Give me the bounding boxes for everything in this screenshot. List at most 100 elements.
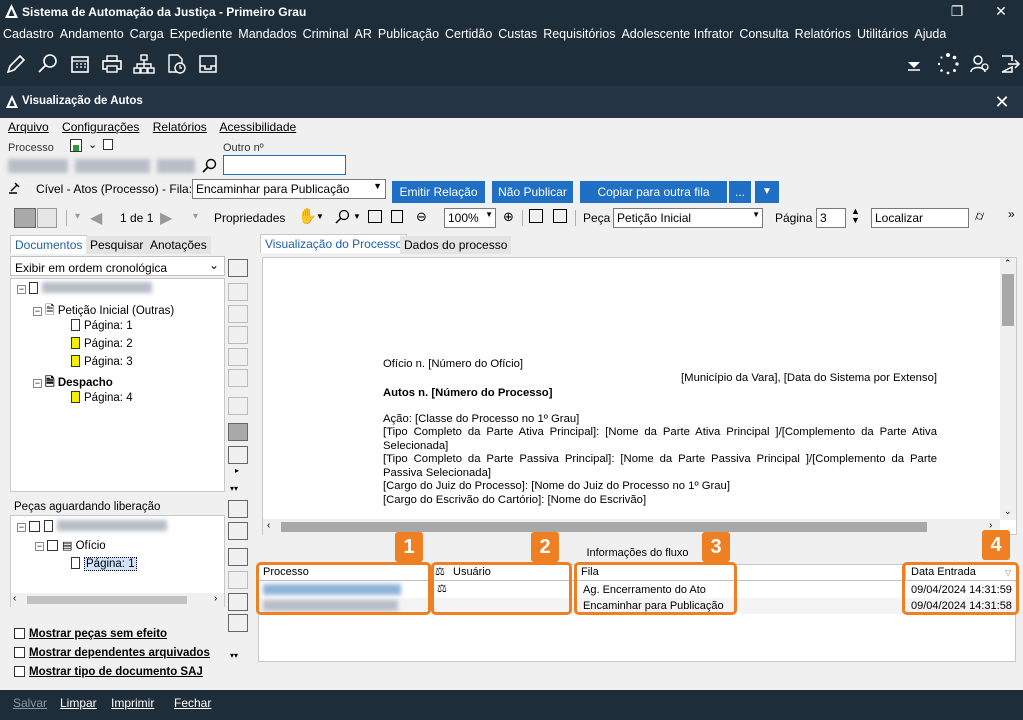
pecas-oficio[interactable]: − ▤ Ofício [35, 539, 106, 552]
document-clock-icon[interactable] [164, 52, 188, 76]
limpar-button[interactable]: Limpar [60, 696, 97, 710]
menu-acessibilidade[interactable]: Acessibilidade [219, 120, 296, 134]
check-pecas-sem-efeito[interactable]: Mostrar peças sem efeito [14, 628, 167, 640]
hand-tool-icon[interactable]: ✋ [298, 207, 317, 225]
tree-page[interactable]: Página: 3 [71, 355, 133, 368]
zoom-out-icon[interactable]: ⊖ [416, 209, 427, 225]
toolbar-overflow-icon[interactable]: » [1008, 207, 1015, 221]
restore-button[interactable]: ❐ [935, 0, 979, 24]
printer-icon[interactable] [100, 52, 124, 76]
expand-both-icon[interactable]: ▾▾ [230, 484, 238, 493]
zoom-dropdown-icon[interactable]: ▼ [353, 212, 361, 221]
document-viewer[interactable]: Ofício n. [Número do Ofício] [Município … [262, 257, 1017, 535]
process-number-part1[interactable] [8, 159, 68, 173]
menu-andamento[interactable]: Andamento [57, 24, 127, 44]
fit-width-icon[interactable] [368, 210, 382, 223]
doc-x-icon[interactable] [228, 571, 248, 589]
scroll-left-icon[interactable]: ‹ [267, 520, 270, 531]
tree-process-root[interactable]: − [17, 282, 152, 295]
close-window-button[interactable]: ✕ [979, 0, 1023, 24]
expand-toolbar-button[interactable]: ▼ [755, 181, 779, 203]
dropdown-arrow-icon[interactable] [902, 52, 926, 76]
menu-relatorios-viewer[interactable]: Relatórios [153, 120, 207, 134]
nao-publicar-button[interactable]: Não Publicar [492, 181, 573, 203]
pagina-stepper[interactable]: ▲ ▼ [851, 207, 860, 225]
stack-icon[interactable] [228, 283, 248, 301]
process-number-part2[interactable] [75, 159, 150, 173]
menu-utilitarios[interactable]: Utilitários [854, 24, 911, 44]
checkbox[interactable] [14, 666, 25, 677]
localizar-input[interactable]: Localizar [871, 208, 969, 228]
menu-ar[interactable]: AR [352, 24, 375, 44]
more-options-button[interactable]: ... [729, 181, 751, 203]
prev-page-icon[interactable]: ◀ [90, 208, 102, 228]
imprimir-button[interactable]: Imprimir [111, 696, 154, 710]
edit-icon[interactable] [4, 52, 28, 76]
tree-page[interactable]: Página: 1 [71, 319, 133, 332]
process-type-icon[interactable] [70, 139, 82, 152]
signed-tool-icon[interactable] [228, 522, 248, 540]
menu-criminal[interactable]: Criminal [300, 24, 352, 44]
search-icon[interactable] [202, 158, 218, 174]
tab-anotacoes[interactable]: Anotações [146, 236, 211, 254]
menu-certidao[interactable]: Certidão [442, 24, 495, 44]
checkbox[interactable] [14, 628, 25, 639]
hierarchy-icon[interactable] [132, 52, 156, 76]
check-dependentes-arquivados[interactable]: Mostrar dependentes arquivados [14, 647, 210, 659]
menu-carga[interactable]: Carga [127, 24, 167, 44]
scroll-thumb[interactable] [281, 522, 927, 532]
zoom-in-icon[interactable]: ⊕ [503, 209, 514, 225]
outro-numero-input[interactable] [223, 155, 346, 175]
pecas-pagina[interactable]: Página: 1 [71, 557, 137, 571]
menu-requisitorios[interactable]: Requisitórios [540, 24, 618, 44]
scroll-right-icon[interactable]: › [214, 593, 217, 604]
oficio-checkbox[interactable] [47, 540, 58, 551]
zoom-search-icon[interactable] [335, 209, 351, 225]
fechar-button[interactable]: Fechar [174, 696, 211, 710]
gavel-release-icon[interactable] [228, 593, 248, 611]
close-subwindow-button[interactable]: ✕ [990, 90, 1014, 114]
fila-select[interactable]: Encaminhar para Publicação ▼ [192, 179, 386, 199]
viewer-vscrollbar[interactable]: ⌃ ⌄ [1000, 258, 1016, 520]
doc-gear-icon[interactable] [228, 305, 248, 323]
collapse-icon[interactable]: − [35, 542, 44, 551]
note-tool-icon[interactable] [228, 423, 248, 441]
tree-tool-icon[interactable] [228, 259, 248, 277]
rotate-right-icon[interactable] [553, 209, 567, 223]
collapse-icon[interactable]: − [33, 379, 42, 388]
expand-tools-icon[interactable]: ▸ [235, 466, 239, 475]
order-select[interactable]: Exibir em ordem cronológica ⌄ [10, 256, 225, 276]
propriedades-button[interactable]: Propriedades [214, 211, 285, 225]
tree-page[interactable]: Página: 2 [71, 337, 133, 350]
copiar-fila-button[interactable]: Copiar para outra fila [580, 181, 727, 203]
trash-icon[interactable] [228, 548, 248, 566]
collapse-icon[interactable]: − [17, 523, 26, 532]
select-tool-button[interactable] [14, 208, 36, 228]
scroll-up-icon[interactable]: ⌃ [1004, 258, 1012, 269]
scroll-down-icon[interactable]: ⌄ [1004, 506, 1012, 517]
tab-visualizacao[interactable]: Visualização do Processo [260, 234, 408, 253]
pecas-hscrollbar[interactable]: ‹ › [11, 593, 224, 607]
tab-documentos[interactable]: Documentos [10, 235, 88, 254]
next-page-icon[interactable]: ▶ [160, 208, 172, 228]
hand-dropdown-icon[interactable]: ▼ [316, 212, 324, 221]
pagina-input[interactable]: 3 [816, 208, 846, 228]
doc-add-icon[interactable] [228, 500, 248, 518]
rotate-left-icon[interactable] [529, 209, 543, 223]
tab-pesquisar[interactable]: Pesquisar [86, 236, 148, 254]
collapse-icon[interactable]: − [33, 307, 42, 316]
menu-arquivo[interactable]: Arquivo [8, 120, 49, 134]
binoculars-icon[interactable]: ⌭ [975, 208, 984, 224]
viewer-hscrollbar[interactable]: ‹ › [263, 519, 1000, 535]
gavel-tool-icon[interactable] [228, 348, 248, 366]
menu-ajuda[interactable]: Ajuda [911, 24, 949, 44]
menu-expediente[interactable]: Expediente [167, 24, 236, 44]
tree-page[interactable]: Página: 4 [71, 391, 133, 404]
fit-page-icon[interactable] [391, 210, 403, 223]
copy-release-icon[interactable] [228, 614, 248, 632]
process-number-part3[interactable] [157, 159, 195, 173]
calendar-icon[interactable] [68, 52, 92, 76]
pecas-root-checkbox[interactable] [29, 521, 40, 532]
last-page-icon[interactable]: ▾ [193, 211, 198, 222]
peca-select[interactable]: Petição Inicial ▼ [613, 208, 763, 228]
